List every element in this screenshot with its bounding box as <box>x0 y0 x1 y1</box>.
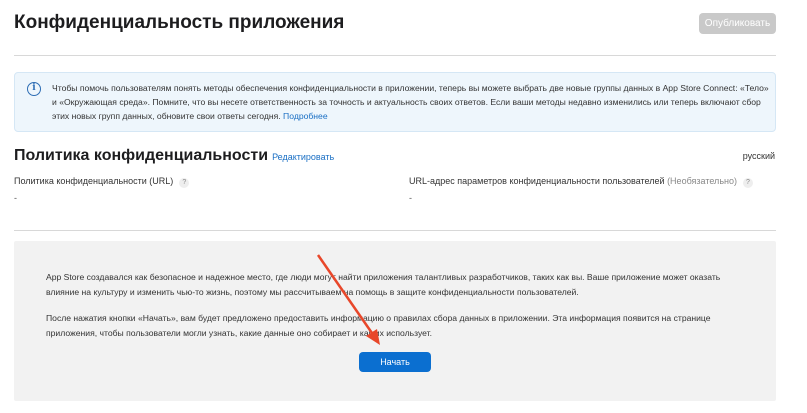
arrow-head-icon <box>366 329 380 345</box>
arrow-line <box>316 254 376 337</box>
annotation-arrow <box>316 254 380 345</box>
